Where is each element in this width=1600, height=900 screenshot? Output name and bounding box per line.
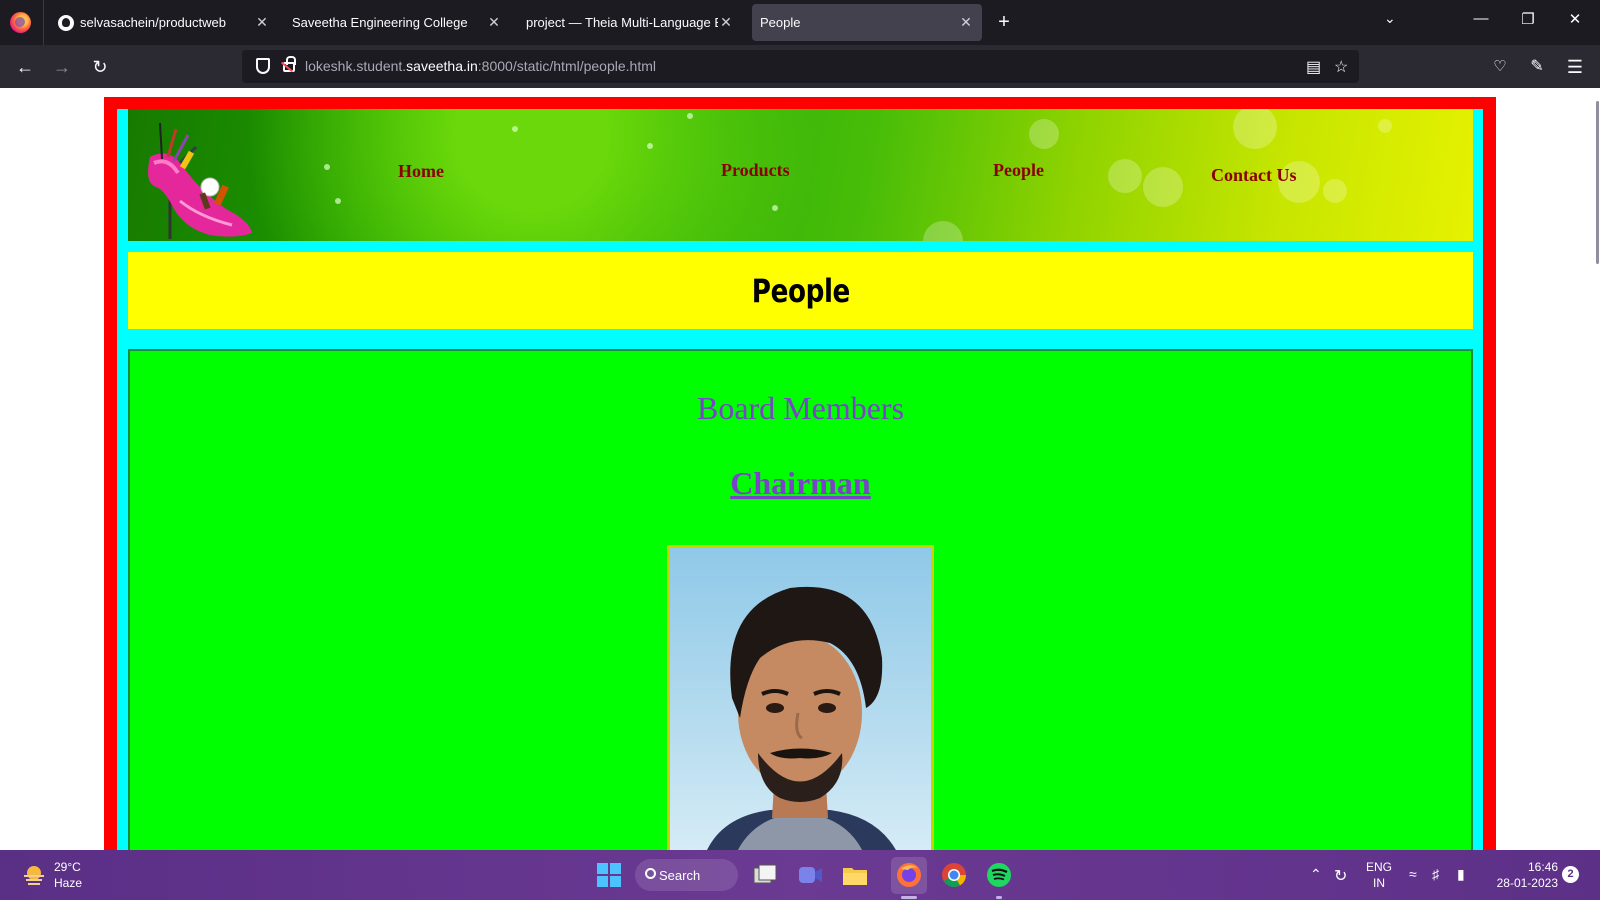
tab-label: People [760,15,801,30]
forward-icon[interactable]: → [50,56,74,78]
tab-label: project — Theia Multi-Language Ex [526,15,718,30]
nav-link-contact-us[interactable]: Contact Us [1211,165,1297,186]
page-viewport: Home Products People Contact Us People B… [0,88,1600,850]
bookmark-star-icon[interactable]: ☆ [1334,57,1348,77]
nav-link-products[interactable]: Products [721,160,790,181]
tab-github[interactable]: selvasachein/productweb ✕ [52,4,276,41]
nav-link-people[interactable]: People [993,160,1044,181]
taskbar-search-label: Search [659,867,701,883]
windows-start-icon[interactable] [594,860,624,890]
url-text[interactable]: lokeshk.student.saveetha.in:8000/static/… [305,58,656,74]
chairman-photo [667,545,934,850]
reload-icon[interactable]: ↻ [88,56,112,78]
tab-theia[interactable]: project — Theia Multi-Language Ex ✕ [518,4,740,41]
nav-link-home[interactable]: Home [398,161,444,182]
shield-icon[interactable] [256,58,270,74]
weather-haze-icon[interactable] [22,864,46,886]
spotify-icon[interactable] [984,860,1014,890]
taskbar-search-button[interactable]: Search [635,859,738,891]
wifi-icon[interactable]: ≈ [1409,866,1417,882]
battery-icon[interactable]: ▮ [1457,866,1465,883]
weather-temp: 29°C [54,860,81,874]
volume-muted-icon[interactable]: ♯ [1432,866,1439,882]
meet-icon[interactable] [795,860,825,890]
tray-overflow-chevron-icon[interactable]: ⌃ [1310,866,1322,883]
window-close-icon[interactable]: ✕ [1560,10,1590,28]
notification-badge[interactable]: 2 [1562,866,1579,883]
shoe-logo-image [148,122,252,239]
header-banner: Home Products People Contact Us [128,109,1473,241]
github-icon [58,14,74,31]
page-title-box: People [128,252,1473,329]
task-view-icon[interactable] [750,860,780,890]
weather-widget[interactable]: 29°C Haze [54,859,82,891]
menu-icon[interactable]: ☰ [1563,56,1587,78]
windows-taskbar: 29°C Haze Search ⌃ ↻ ENG IN ≈ ♯ ▮ 16:46 … [0,850,1600,900]
language-indicator[interactable]: ENG IN [1364,859,1394,891]
close-icon[interactable]: ✕ [254,14,270,31]
clock-time: 16:46 [1527,860,1558,874]
running-app-indicator [996,896,1002,899]
reader-view-icon[interactable]: ▤ [1306,57,1321,77]
firefox-icon[interactable] [10,12,31,33]
tab-people[interactable]: People ✕ [752,4,982,41]
extensions-icon[interactable]: ✎ [1525,56,1549,78]
close-icon[interactable]: ✕ [718,14,734,31]
clock[interactable]: 16:46 28-01-2023 [1488,859,1558,891]
weather-condition: Haze [54,876,83,890]
chrome-icon[interactable] [939,860,969,890]
sync-icon[interactable]: ↻ [1334,866,1347,886]
list-tabs-chevron-icon[interactable]: ⌄ [1384,10,1396,27]
tab-label: selvasachein/productweb [80,15,226,30]
new-tab-button[interactable]: + [992,10,1016,34]
search-icon [645,868,656,879]
tab-separator [43,0,44,45]
close-icon[interactable]: ✕ [486,14,502,31]
browser-tab-bar: selvasachein/productweb ✕ Saveetha Engin… [0,0,1600,45]
back-icon[interactable]: ← [13,56,37,78]
active-app-indicator [901,896,917,899]
address-bar[interactable]: lokeshk.student.saveetha.in:8000/static/… [242,50,1359,83]
lock-icon[interactable] [283,56,296,72]
restore-icon[interactable]: ❐ [1513,10,1543,28]
tab-saveetha[interactable]: Saveetha Engineering College ✕ [284,4,508,41]
page-scrollbar[interactable] [1596,101,1599,264]
chairman-portrait-image [707,586,896,850]
board-members-heading: Board Members [696,390,905,426]
close-icon[interactable]: ✕ [958,14,974,31]
board-members-section: Board Members Chairman [128,349,1473,850]
file-explorer-icon[interactable] [840,860,870,890]
browser-nav-bar: ← → ↻ lokeshk.student.saveetha.in:8000/s… [0,45,1600,88]
pocket-icon[interactable]: ♡ [1488,56,1512,78]
minimize-icon[interactable]: — [1466,10,1496,27]
chairman-heading[interactable]: Chairman [130,465,1471,502]
firefox-taskbar-icon[interactable] [894,860,924,890]
tab-label: Saveetha Engineering College [292,15,468,30]
clock-date: 28-01-2023 [1496,876,1558,890]
page-title: People [751,271,850,310]
